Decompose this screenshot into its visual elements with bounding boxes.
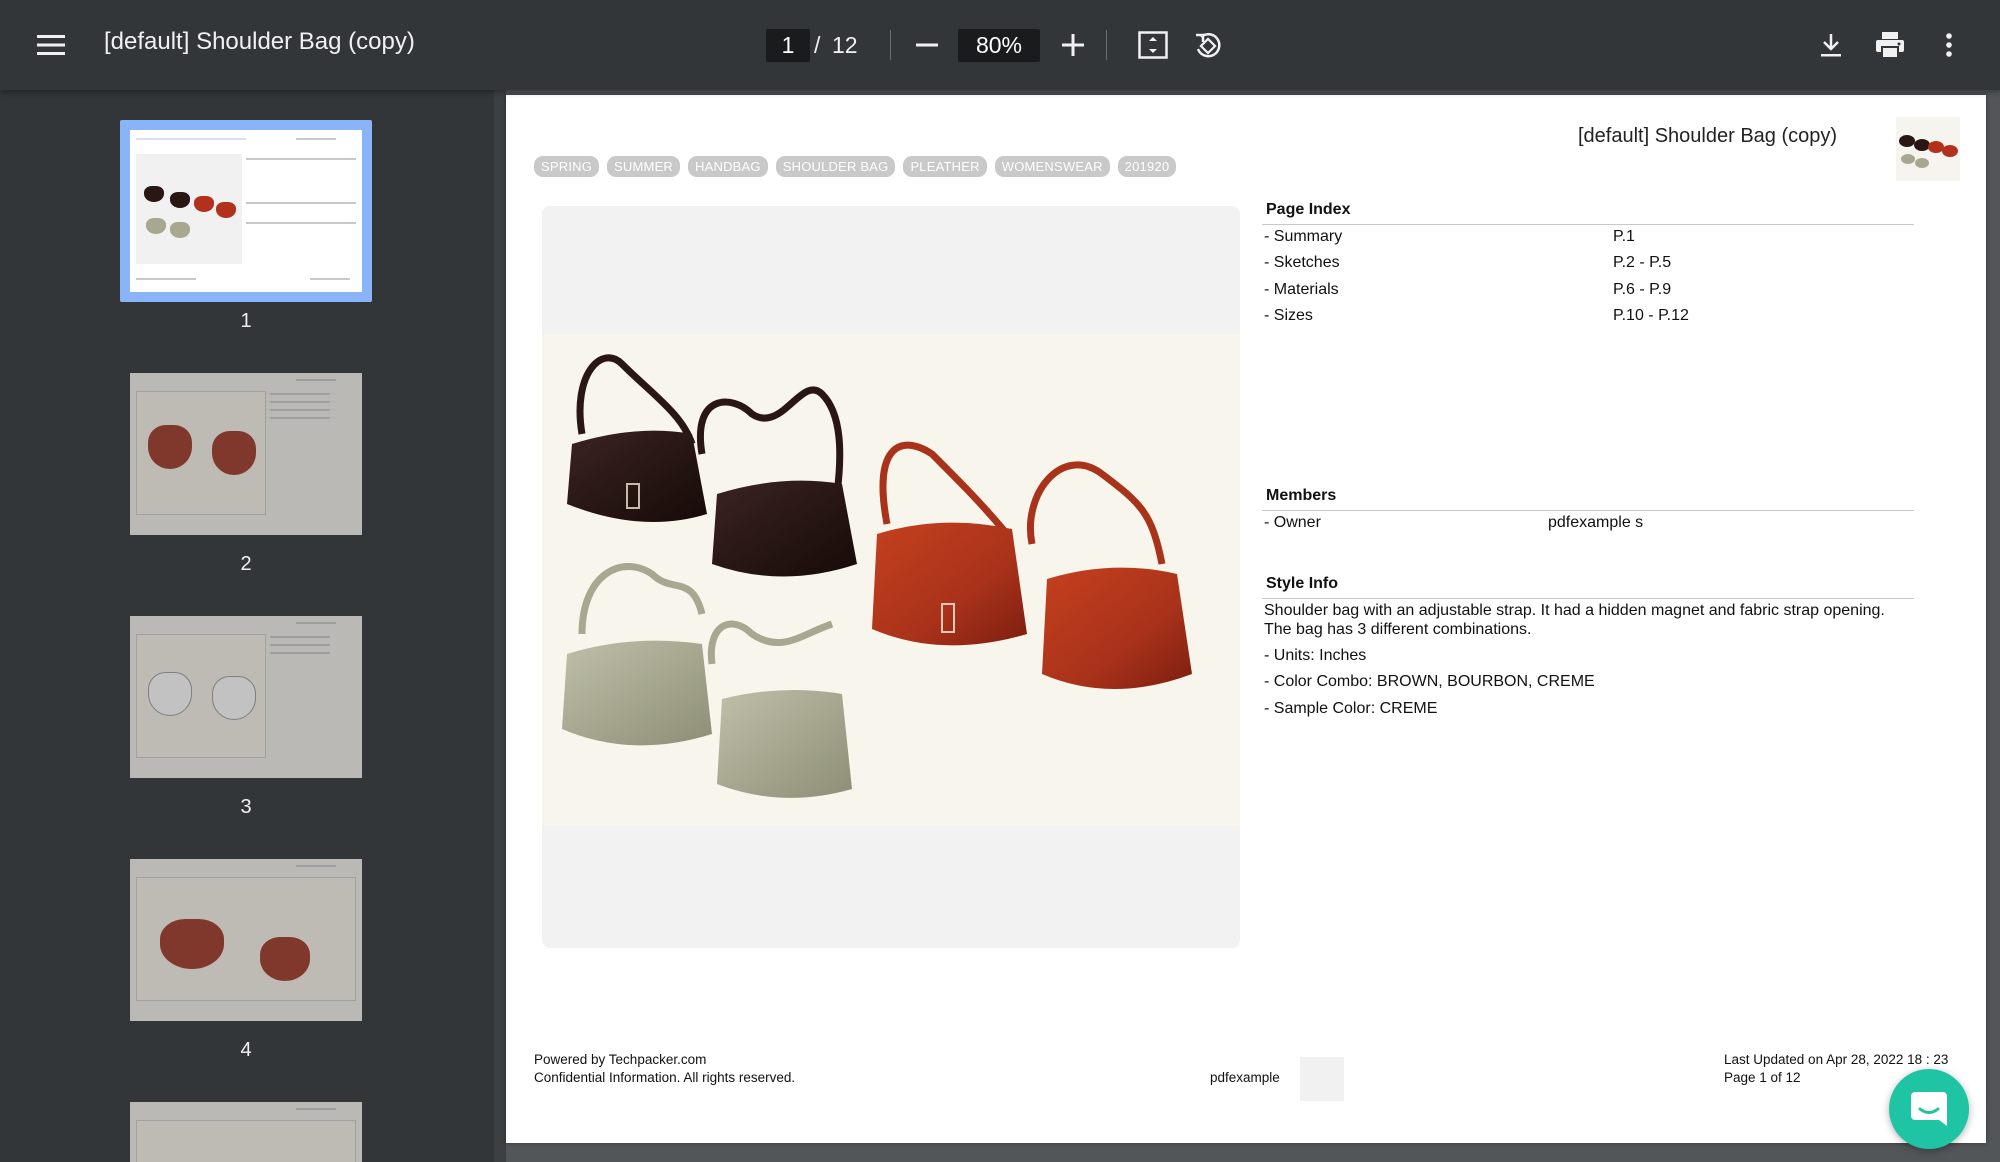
- creme-bag-image: [562, 563, 712, 746]
- tag: SPRING: [534, 156, 600, 177]
- tag: PLEATHER: [903, 156, 987, 177]
- footer-page-count: Page 1 of 12: [1724, 1070, 1801, 1085]
- zoom-out-icon[interactable]: [910, 28, 944, 62]
- page-thumbnail-1[interactable]: [130, 130, 362, 292]
- section-divider: [1262, 598, 1914, 599]
- thumbnail-label: 3: [240, 796, 252, 818]
- brown-bag-image: [697, 386, 857, 577]
- fit-page-icon[interactable]: [1136, 28, 1170, 62]
- footer-powered-by: Powered by Techpacker.com: [534, 1052, 707, 1067]
- page-number-input[interactable]: [766, 29, 810, 62]
- style-description: The bag has 3 different combinations.: [1264, 621, 1532, 638]
- style-description: Shoulder bag with an adjustable strap. I…: [1264, 602, 1885, 619]
- brown-bag-image: [567, 354, 707, 522]
- tag-list: SPRING SUMMER HANDBAG SHOULDER BAG PLEAT…: [534, 156, 1177, 177]
- tag: WOMENSWEAR: [994, 156, 1110, 177]
- tag: HANDBAG: [688, 156, 768, 177]
- thumbnail-label: 1: [240, 310, 252, 332]
- creme-bag-image: [707, 620, 852, 798]
- product-image-frame: [542, 206, 1240, 948]
- page-thumbnail-3[interactable]: [130, 616, 362, 778]
- footer-confidential: Confidential Information. All rights res…: [534, 1070, 796, 1085]
- pdf-page: SPRING SUMMER HANDBAG SHOULDER BAG PLEAT…: [506, 95, 1986, 1143]
- bourbon-bag-image: [1027, 461, 1192, 689]
- page-index-label: - Materials: [1264, 281, 1339, 298]
- section-divider: [1262, 224, 1914, 225]
- header-product-thumbnail: [1896, 117, 1960, 181]
- style-sample-color: - Sample Color: CREME: [1264, 700, 1438, 717]
- menu-icon[interactable]: [28, 22, 74, 68]
- page-separator: /: [814, 32, 821, 58]
- sidebar-scrollbar[interactable]: [494, 90, 506, 1162]
- chat-icon[interactable]: [1889, 1069, 1969, 1149]
- thumbnail-label: 4: [240, 1039, 252, 1061]
- page-thumbnail-5[interactable]: [130, 1102, 362, 1162]
- style-color-combo: - Color Combo: BROWN, BOURBON, CREME: [1264, 673, 1595, 690]
- page-index-label: - Sizes: [1264, 307, 1313, 324]
- zoom-level[interactable]: 80%: [958, 29, 1040, 62]
- style-info-title: Style Info: [1266, 575, 1339, 592]
- company-logo-placeholder: [1300, 1057, 1344, 1101]
- more-options-icon[interactable]: [1932, 28, 1966, 62]
- tag: SHOULDER BAG: [775, 156, 896, 177]
- tag: SUMMER: [607, 156, 681, 177]
- toolbar-divider: [1106, 30, 1107, 60]
- page-header-title: [default] Shoulder Bag (copy): [1578, 125, 1838, 147]
- footer-last-updated: Last Updated on Apr 28, 2022 18 : 23: [1724, 1052, 1949, 1067]
- document-title: [default] Shoulder Bag (copy): [104, 28, 415, 55]
- toolbar-divider: [890, 30, 891, 60]
- member-name: pdfexample s: [1548, 514, 1644, 531]
- members-title: Members: [1266, 487, 1337, 504]
- page-index-title: Page Index: [1266, 201, 1351, 218]
- thumbnail-label: 2: [240, 553, 252, 575]
- member-role: - Owner: [1264, 514, 1321, 531]
- page-thumbnail-2[interactable]: [130, 373, 362, 535]
- page-total: 12: [832, 32, 858, 58]
- page-index-label: - Sketches: [1264, 254, 1340, 271]
- pdf-toolbar: [default] Shoulder Bag (copy) / 12 80%: [0, 0, 2000, 90]
- product-image: [542, 334, 1240, 826]
- rotate-icon[interactable]: [1190, 28, 1226, 64]
- page-index-value: P.2 - P.5: [1613, 254, 1672, 271]
- style-units: - Units: Inches: [1264, 647, 1367, 664]
- page-thumbnail-4[interactable]: [130, 859, 362, 1021]
- page-index-label: - Summary: [1264, 228, 1343, 245]
- footer-company: pdfexample: [1210, 1070, 1280, 1085]
- print-icon[interactable]: [1872, 28, 1908, 62]
- tag: 201920: [1117, 156, 1177, 177]
- page-index-value: P.10 - P.12: [1613, 307, 1689, 324]
- download-icon[interactable]: [1814, 28, 1848, 62]
- page-index-value: P.6 - P.9: [1613, 281, 1672, 298]
- bourbon-bag-image: [872, 441, 1027, 646]
- section-divider: [1262, 510, 1914, 511]
- page-index-value: P.1: [1613, 228, 1635, 245]
- zoom-in-icon[interactable]: [1056, 28, 1090, 62]
